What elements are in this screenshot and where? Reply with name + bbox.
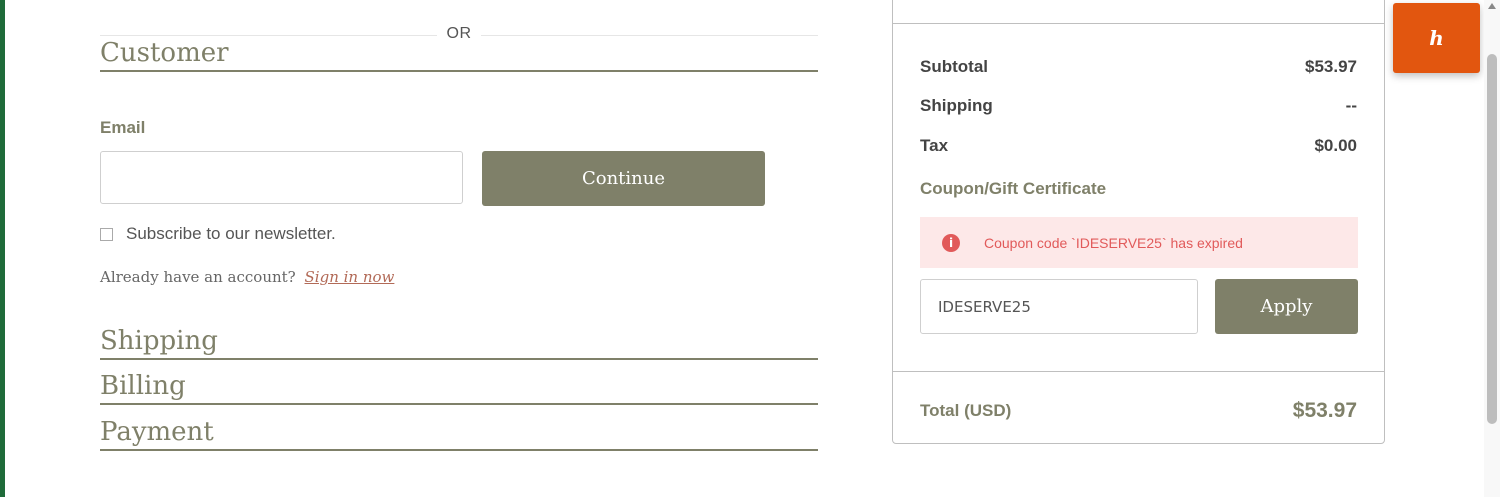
separator-line-right — [481, 35, 818, 36]
account-prompt-text: Already have an account? — [100, 268, 296, 286]
total-value: $53.97 — [1292, 399, 1357, 422]
account-prompt: Already have an account? Sign in now — [100, 268, 394, 286]
separator-line-left — [100, 35, 437, 36]
scrollbar-thumb[interactable] — [1487, 54, 1497, 424]
sign-in-link[interactable]: Sign in now — [305, 268, 395, 286]
apply-coupon-button[interactable]: Apply — [1215, 279, 1358, 334]
error-info-icon: i — [942, 233, 960, 252]
section-title-billing[interactable]: Billing — [100, 371, 818, 405]
section-title-payment[interactable]: Payment — [100, 417, 818, 451]
window-edge — [0, 0, 5, 497]
scroll-up-arrow-icon[interactable] — [1488, 3, 1496, 9]
honey-extension-button[interactable]: h — [1393, 3, 1480, 73]
tax-row: Tax $0.00 — [920, 136, 1357, 156]
page-scrollbar[interactable] — [1484, 0, 1500, 497]
shipping-label: Shipping — [920, 96, 993, 115]
section-title-customer: Customer — [100, 38, 818, 72]
continue-button[interactable]: Continue — [482, 151, 765, 206]
summary-divider-top — [893, 23, 1384, 24]
newsletter-option[interactable]: Subscribe to our newsletter. — [100, 224, 336, 244]
honey-extension-icon: h — [1429, 26, 1444, 50]
subtotal-row: Subtotal $53.97 — [920, 57, 1357, 77]
total-row: Total (USD) $53.97 — [920, 399, 1357, 423]
coupon-heading[interactable]: Coupon/Gift Certificate — [920, 179, 1106, 199]
newsletter-checkbox[interactable] — [100, 227, 113, 241]
tax-label: Tax — [920, 136, 949, 155]
tax-value: $0.00 — [1314, 136, 1357, 155]
email-field[interactable] — [100, 151, 463, 204]
shipping-value: -- — [1345, 96, 1357, 115]
section-title-shipping[interactable]: Shipping — [100, 326, 818, 360]
shipping-row: Shipping -- — [920, 96, 1357, 116]
summary-divider-bottom — [893, 371, 1384, 372]
coupon-error-message: Coupon code `IDESERVE25` has expired — [984, 234, 1243, 251]
coupon-error-alert: i Coupon code `IDESERVE25` has expired — [920, 217, 1358, 268]
newsletter-label: Subscribe to our newsletter. — [126, 224, 336, 243]
subtotal-value: $53.97 — [1305, 57, 1357, 76]
total-label: Total (USD) — [920, 401, 1012, 420]
subtotal-label: Subtotal — [920, 57, 988, 76]
coupon-code-input[interactable]: IDESERVE25 — [920, 279, 1198, 334]
order-summary-panel: Subtotal $53.97 Shipping -- Tax $0.00 Co… — [892, 0, 1385, 444]
email-label: Email — [100, 118, 146, 137]
